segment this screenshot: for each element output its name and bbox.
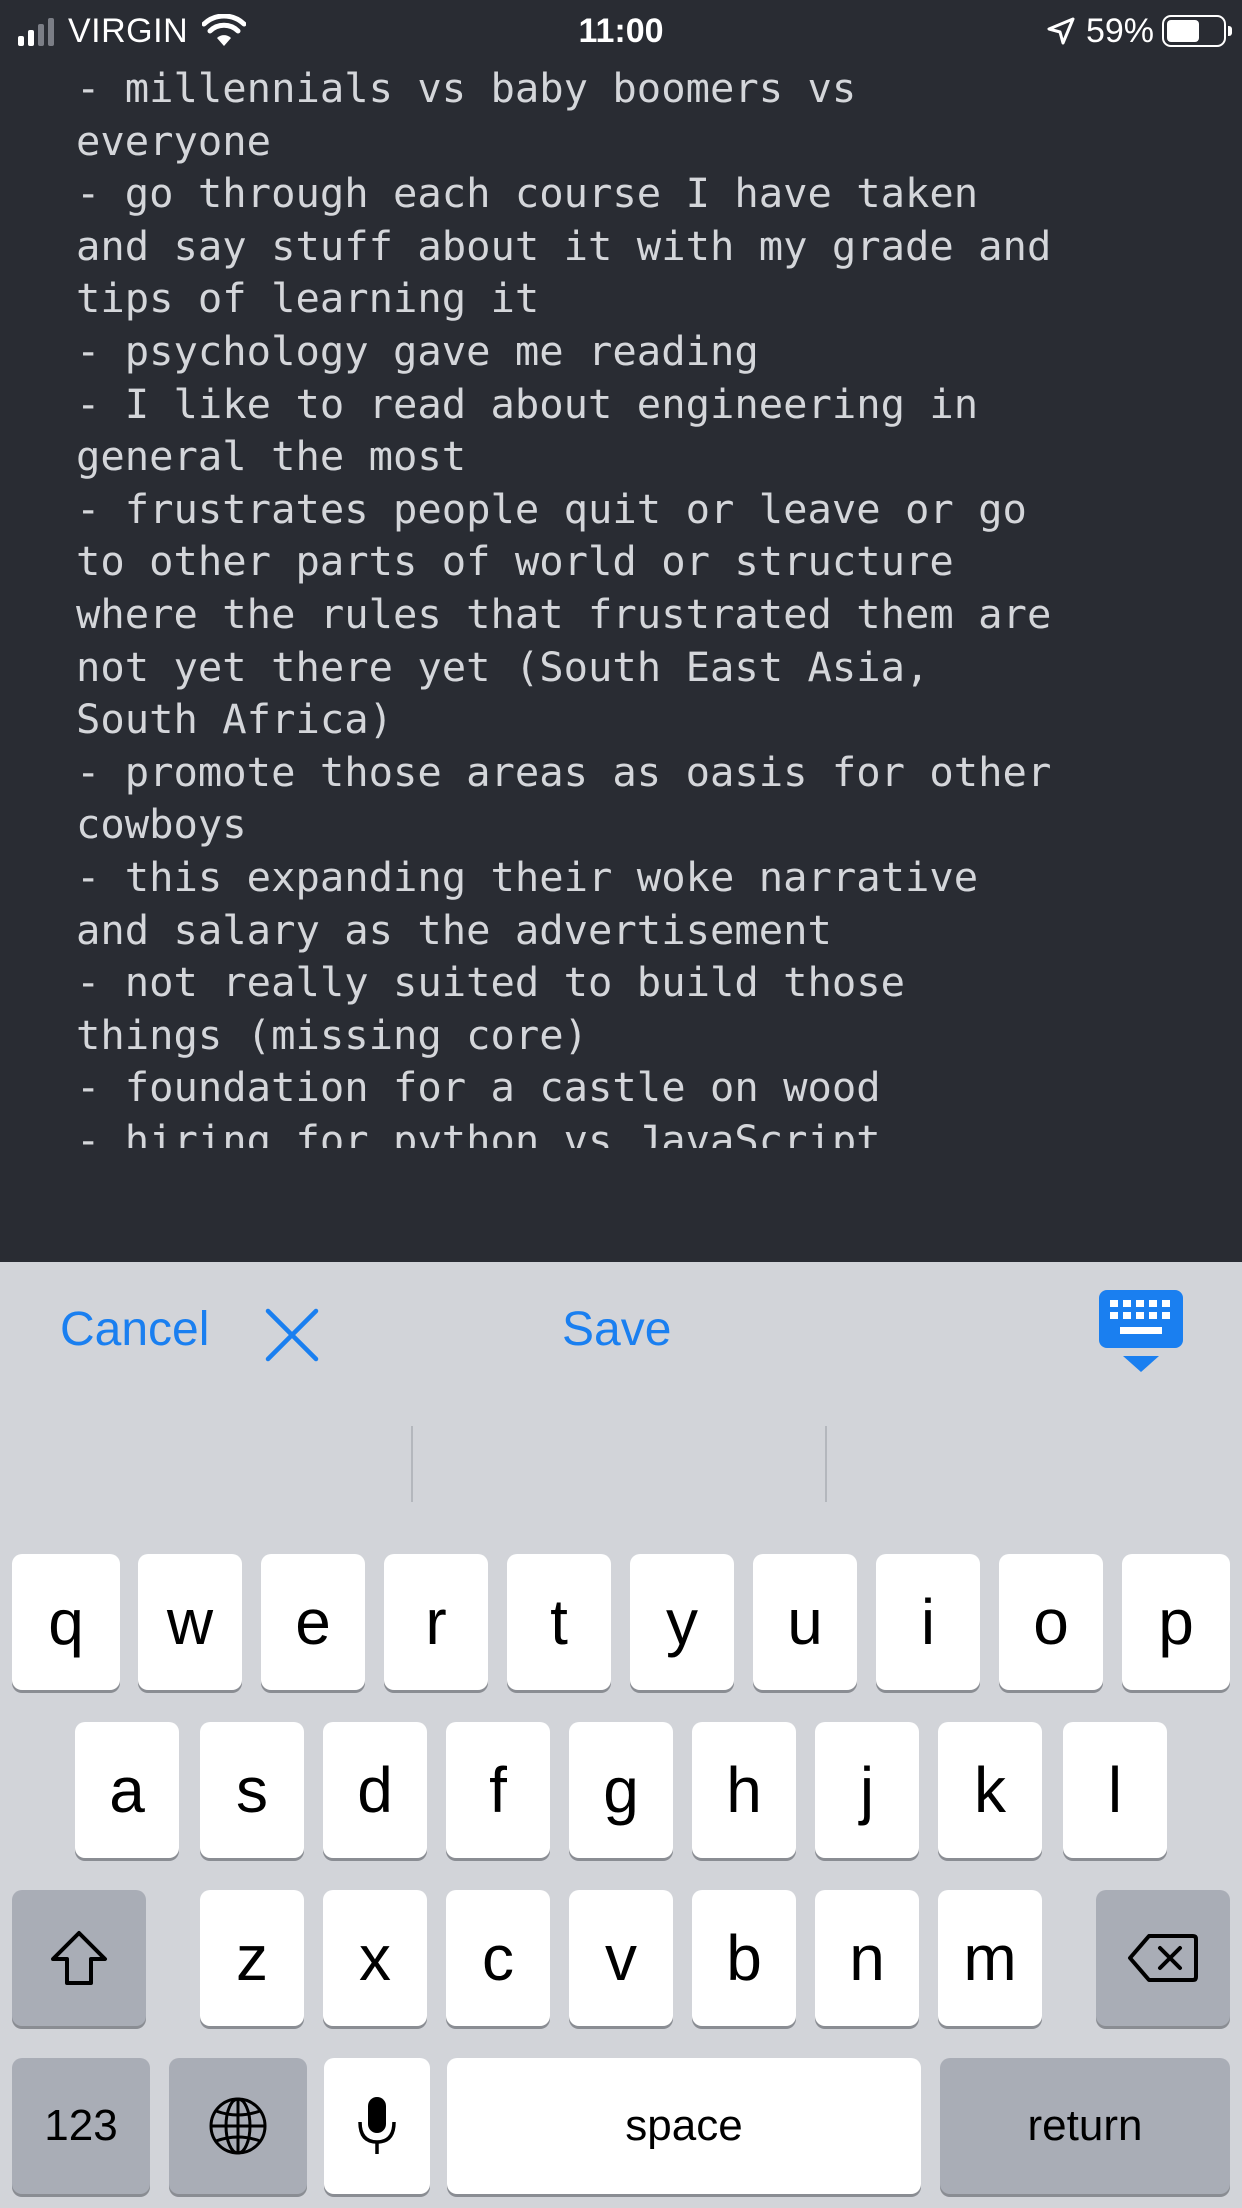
key-u[interactable]: u (753, 1554, 857, 1690)
save-button[interactable]: Save (562, 1262, 671, 1396)
key-d[interactable]: d (323, 1722, 427, 1858)
key-r[interactable]: r (384, 1554, 488, 1690)
editor-toolbar: Cancel Save (0, 1262, 1242, 1396)
key-a[interactable]: a (75, 1722, 179, 1858)
key-y[interactable]: y (630, 1554, 734, 1690)
battery-fill (1167, 20, 1199, 42)
numbers-key[interactable]: 123 (12, 2058, 150, 2194)
keyboard-dismiss-icon[interactable] (1098, 1288, 1184, 1374)
close-icon[interactable] (262, 1305, 322, 1365)
note-text[interactable]: - millennials vs baby boomers vs everyon… (76, 62, 1196, 1148)
battery-icon (1162, 15, 1232, 47)
key-f[interactable]: f (446, 1722, 550, 1858)
prediction-divider (411, 1426, 413, 1502)
dictation-key[interactable] (324, 2058, 430, 2194)
key-b[interactable]: b (692, 1890, 796, 2026)
shift-key[interactable] (12, 1890, 146, 2026)
note-editor[interactable]: - millennials vs baby boomers vs everyon… (76, 62, 1196, 1148)
key-n[interactable]: n (815, 1890, 919, 2026)
cancel-button[interactable]: Cancel (60, 1262, 209, 1396)
shift-icon (51, 1931, 107, 1985)
key-c[interactable]: c (446, 1890, 550, 2026)
key-t[interactable]: t (507, 1554, 611, 1690)
key-p[interactable]: p (1122, 1554, 1230, 1690)
key-i[interactable]: i (876, 1554, 980, 1690)
key-z[interactable]: z (200, 1890, 304, 2026)
location-arrow-icon (1047, 17, 1075, 45)
space-key[interactable]: space (447, 2058, 921, 2194)
prediction-divider (825, 1426, 827, 1502)
key-o[interactable]: o (999, 1554, 1103, 1690)
keyboard: q w e r t y u i o p a s d f g h j k l z … (0, 1396, 1242, 2208)
key-w[interactable]: w (138, 1554, 242, 1690)
key-g[interactable]: g (569, 1722, 673, 1858)
key-m[interactable]: m (938, 1890, 1042, 2026)
key-h[interactable]: h (692, 1722, 796, 1858)
key-l[interactable]: l (1063, 1722, 1167, 1858)
microphone-icon (358, 2097, 396, 2154)
globe-icon (209, 2097, 267, 2155)
key-j[interactable]: j (815, 1722, 919, 1858)
return-key[interactable]: return (940, 2058, 1230, 2194)
key-e[interactable]: e (261, 1554, 365, 1690)
globe-key[interactable] (169, 2058, 307, 2194)
key-x[interactable]: x (323, 1890, 427, 2026)
key-s[interactable]: s (200, 1722, 304, 1858)
delete-icon (1128, 1934, 1198, 1982)
key-q[interactable]: q (12, 1554, 120, 1690)
key-k[interactable]: k (938, 1722, 1042, 1858)
key-v[interactable]: v (569, 1890, 673, 2026)
battery-percentage: 59% (1085, 11, 1154, 50)
status-bar: VIRGIN 11:00 59% (0, 0, 1242, 62)
delete-key[interactable] (1096, 1890, 1230, 2026)
